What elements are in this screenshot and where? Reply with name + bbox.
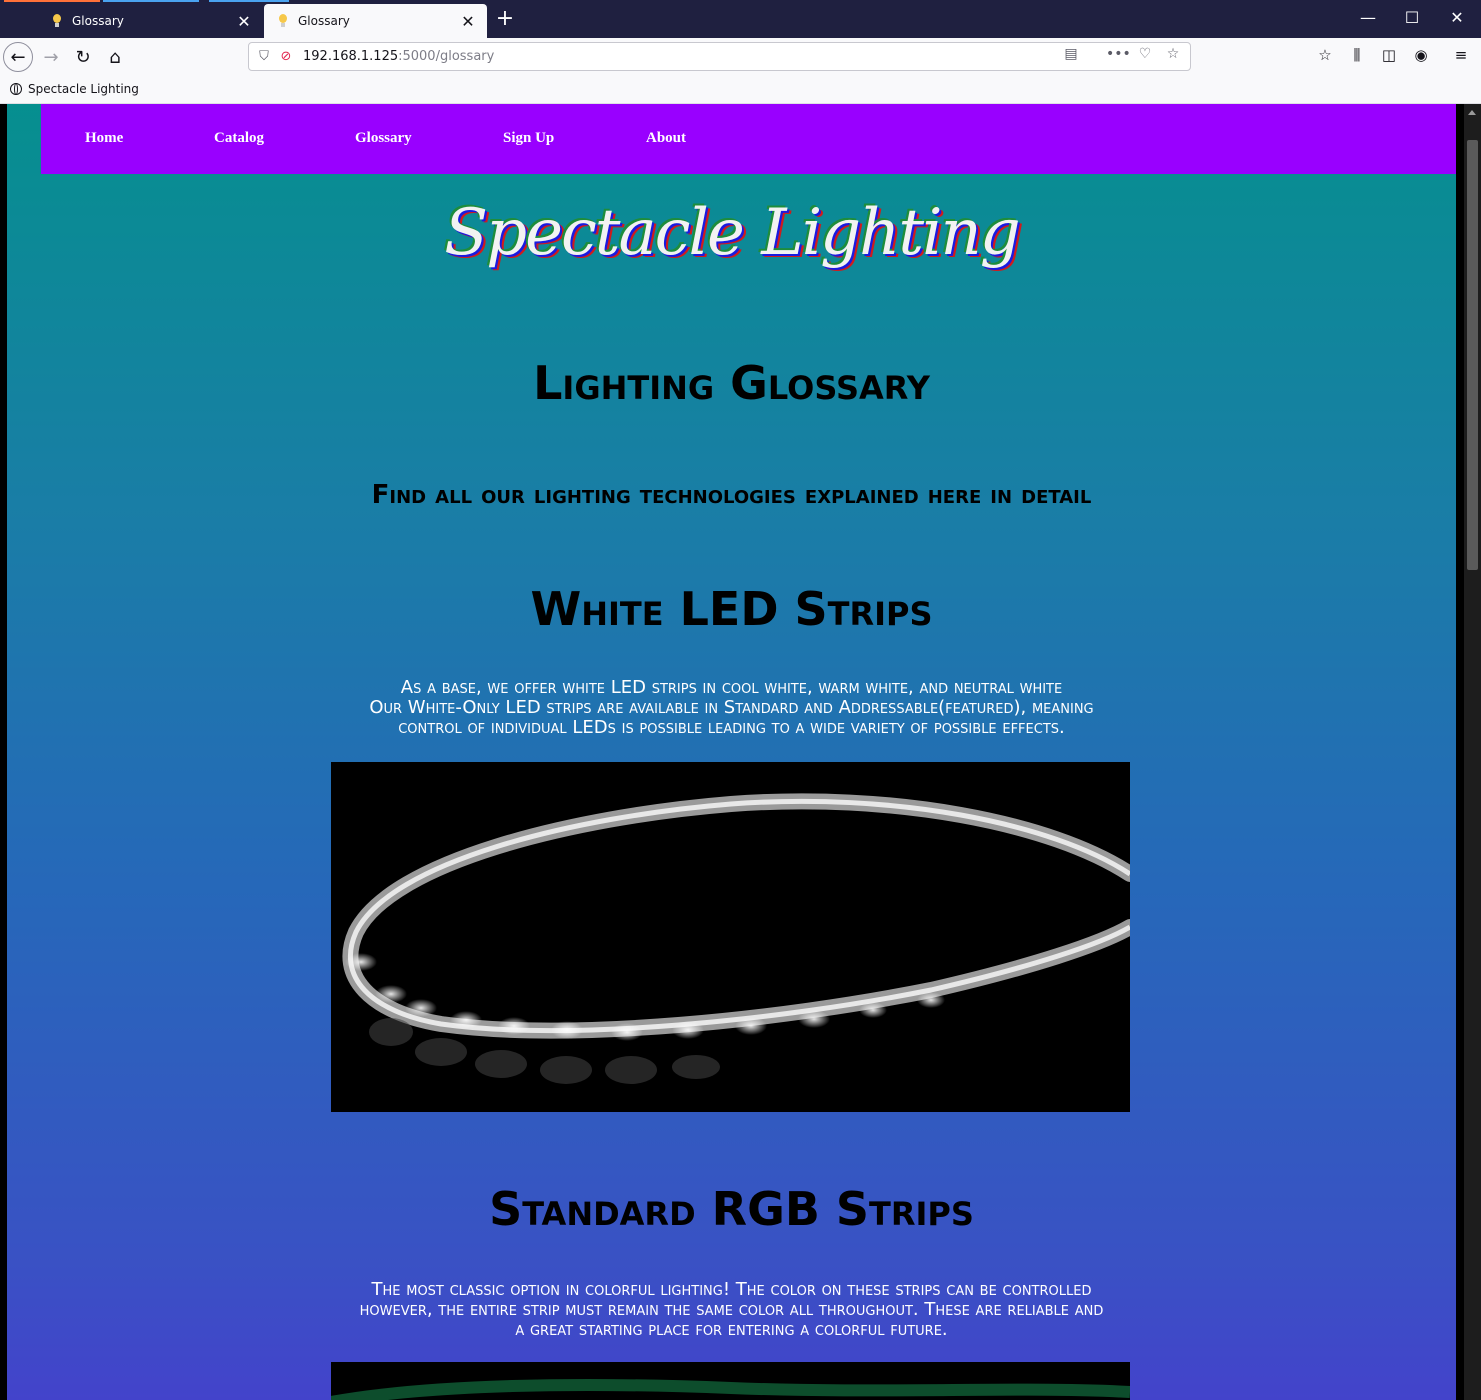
rgb-strip-illustration <box>331 1378 1130 1400</box>
rgb-strip-photo <box>331 1362 1130 1400</box>
new-tab-button[interactable]: + <box>494 6 516 31</box>
reload-icon: ↻ <box>75 46 91 68</box>
led-strip-illustration <box>342 793 1130 1084</box>
text-line: As a base, we offer white LED strips in … <box>400 677 1063 698</box>
section-heading-white-led: White LED Strips <box>530 582 933 636</box>
page-viewport: Home Catalog Glossary Sign Up About Spec… <box>0 104 1464 1400</box>
tab-glossary-2[interactable]: Glossary ✕ <box>264 4 487 38</box>
tab-title: Glossary <box>298 14 350 28</box>
text-line: Our White-Only LED strips are available … <box>369 697 1094 718</box>
tab-glossary-1[interactable]: Glossary ✕ <box>38 4 263 38</box>
back-button[interactable]: ← <box>3 42 33 72</box>
bookmarks-toolbar: Spectacle Lighting <box>0 76 1481 104</box>
url-bar[interactable]: ⛉ ⊘ 192.168.1.125:5000/glossary ▤ ••• ♡ … <box>248 42 1191 71</box>
text-line: control of individual LEDs is possible l… <box>398 717 1065 738</box>
lightbulb-icon <box>50 14 64 28</box>
back-icon: ← <box>10 46 26 68</box>
star-icon[interactable]: ☆ <box>1162 46 1184 62</box>
forward-icon: → <box>43 46 59 68</box>
lightbulb-icon <box>276 14 290 28</box>
text-line: a great starting place for entering a co… <box>515 1319 948 1340</box>
page-subtitle: Find all our lighting technologies expla… <box>371 480 1092 510</box>
maximize-button[interactable]: ☐ <box>1389 8 1435 27</box>
tab-accent <box>4 0 100 2</box>
close-window-button[interactable]: ✕ <box>1434 8 1480 27</box>
section-text-standard-rgb: The most classic option in colorful ligh… <box>7 1280 1456 1340</box>
insecure-lock-icon[interactable]: ⊘ <box>275 49 297 64</box>
nav-home[interactable]: Home <box>85 130 123 147</box>
pocket-icon[interactable]: ♡ <box>1134 46 1156 62</box>
navigation-toolbar: ← → ↻ ⌂ ⛉ ⊘ 192.168.1.125:5000/glossary … <box>0 38 1481 76</box>
bookmark-spectacle-lighting[interactable]: Spectacle Lighting <box>10 82 139 96</box>
site-logo: Spectacle Lighting <box>444 196 1020 270</box>
site-navigation: Home Catalog Glossary Sign Up About <box>41 104 1456 174</box>
menu-icon[interactable]: ≡ <box>1448 46 1474 64</box>
close-tab-icon[interactable]: ✕ <box>235 12 253 31</box>
section-text-white-led: As a base, we offer white LED strips in … <box>7 678 1456 738</box>
globe-icon <box>10 83 22 95</box>
library-icon[interactable]: ⫼ <box>1344 46 1370 64</box>
nav-about[interactable]: About <box>646 130 686 147</box>
sidebar-icon[interactable]: ◫ <box>1376 46 1402 64</box>
reader-icon[interactable]: ▤ <box>1060 46 1082 62</box>
white-led-strip-photo <box>331 762 1130 1112</box>
nav-glossary[interactable]: Glossary <box>355 130 412 147</box>
home-button[interactable]: ⌂ <box>100 42 130 72</box>
url-host: 192.168.1.125 <box>303 49 399 64</box>
tab-accent <box>103 0 199 2</box>
scroll-up-icon[interactable] <box>1468 110 1476 115</box>
shield-icon[interactable]: ⛉ <box>253 49 275 64</box>
nav-sign-up[interactable]: Sign Up <box>503 130 554 147</box>
reload-button[interactable]: ↻ <box>68 42 98 72</box>
more-icon[interactable]: ••• <box>1106 46 1131 62</box>
tab-title: Glossary <box>72 14 124 28</box>
tab-strip: Glossary ✕ Glossary ✕ + — ☐ ✕ <box>0 0 1481 38</box>
minimize-button[interactable]: — <box>1345 8 1391 27</box>
page-scrollbar[interactable] <box>1464 104 1481 1400</box>
tab-accent <box>209 0 289 2</box>
scrollbar-thumb[interactable] <box>1467 140 1478 570</box>
bookmarks-icon[interactable]: ☆ <box>1312 46 1338 64</box>
text-line: The most classic option in colorful ligh… <box>371 1279 1092 1300</box>
bookmark-label: Spectacle Lighting <box>28 82 139 96</box>
section-heading-standard-rgb: Standard RGB Strips <box>489 1182 974 1236</box>
forward-button[interactable]: → <box>36 42 66 72</box>
close-tab-icon[interactable]: ✕ <box>459 12 477 31</box>
account-icon[interactable]: ◉ <box>1408 46 1434 64</box>
page-title: Lighting Glossary <box>533 356 930 410</box>
home-icon: ⌂ <box>109 46 121 68</box>
nav-catalog[interactable]: Catalog <box>214 130 264 147</box>
url-path: :5000/glossary <box>398 49 495 64</box>
page-body: Home Catalog Glossary Sign Up About Spec… <box>7 104 1456 1400</box>
url-text[interactable]: 192.168.1.125:5000/glossary <box>303 49 494 64</box>
text-line: however, the entire strip must remain th… <box>359 1299 1104 1320</box>
